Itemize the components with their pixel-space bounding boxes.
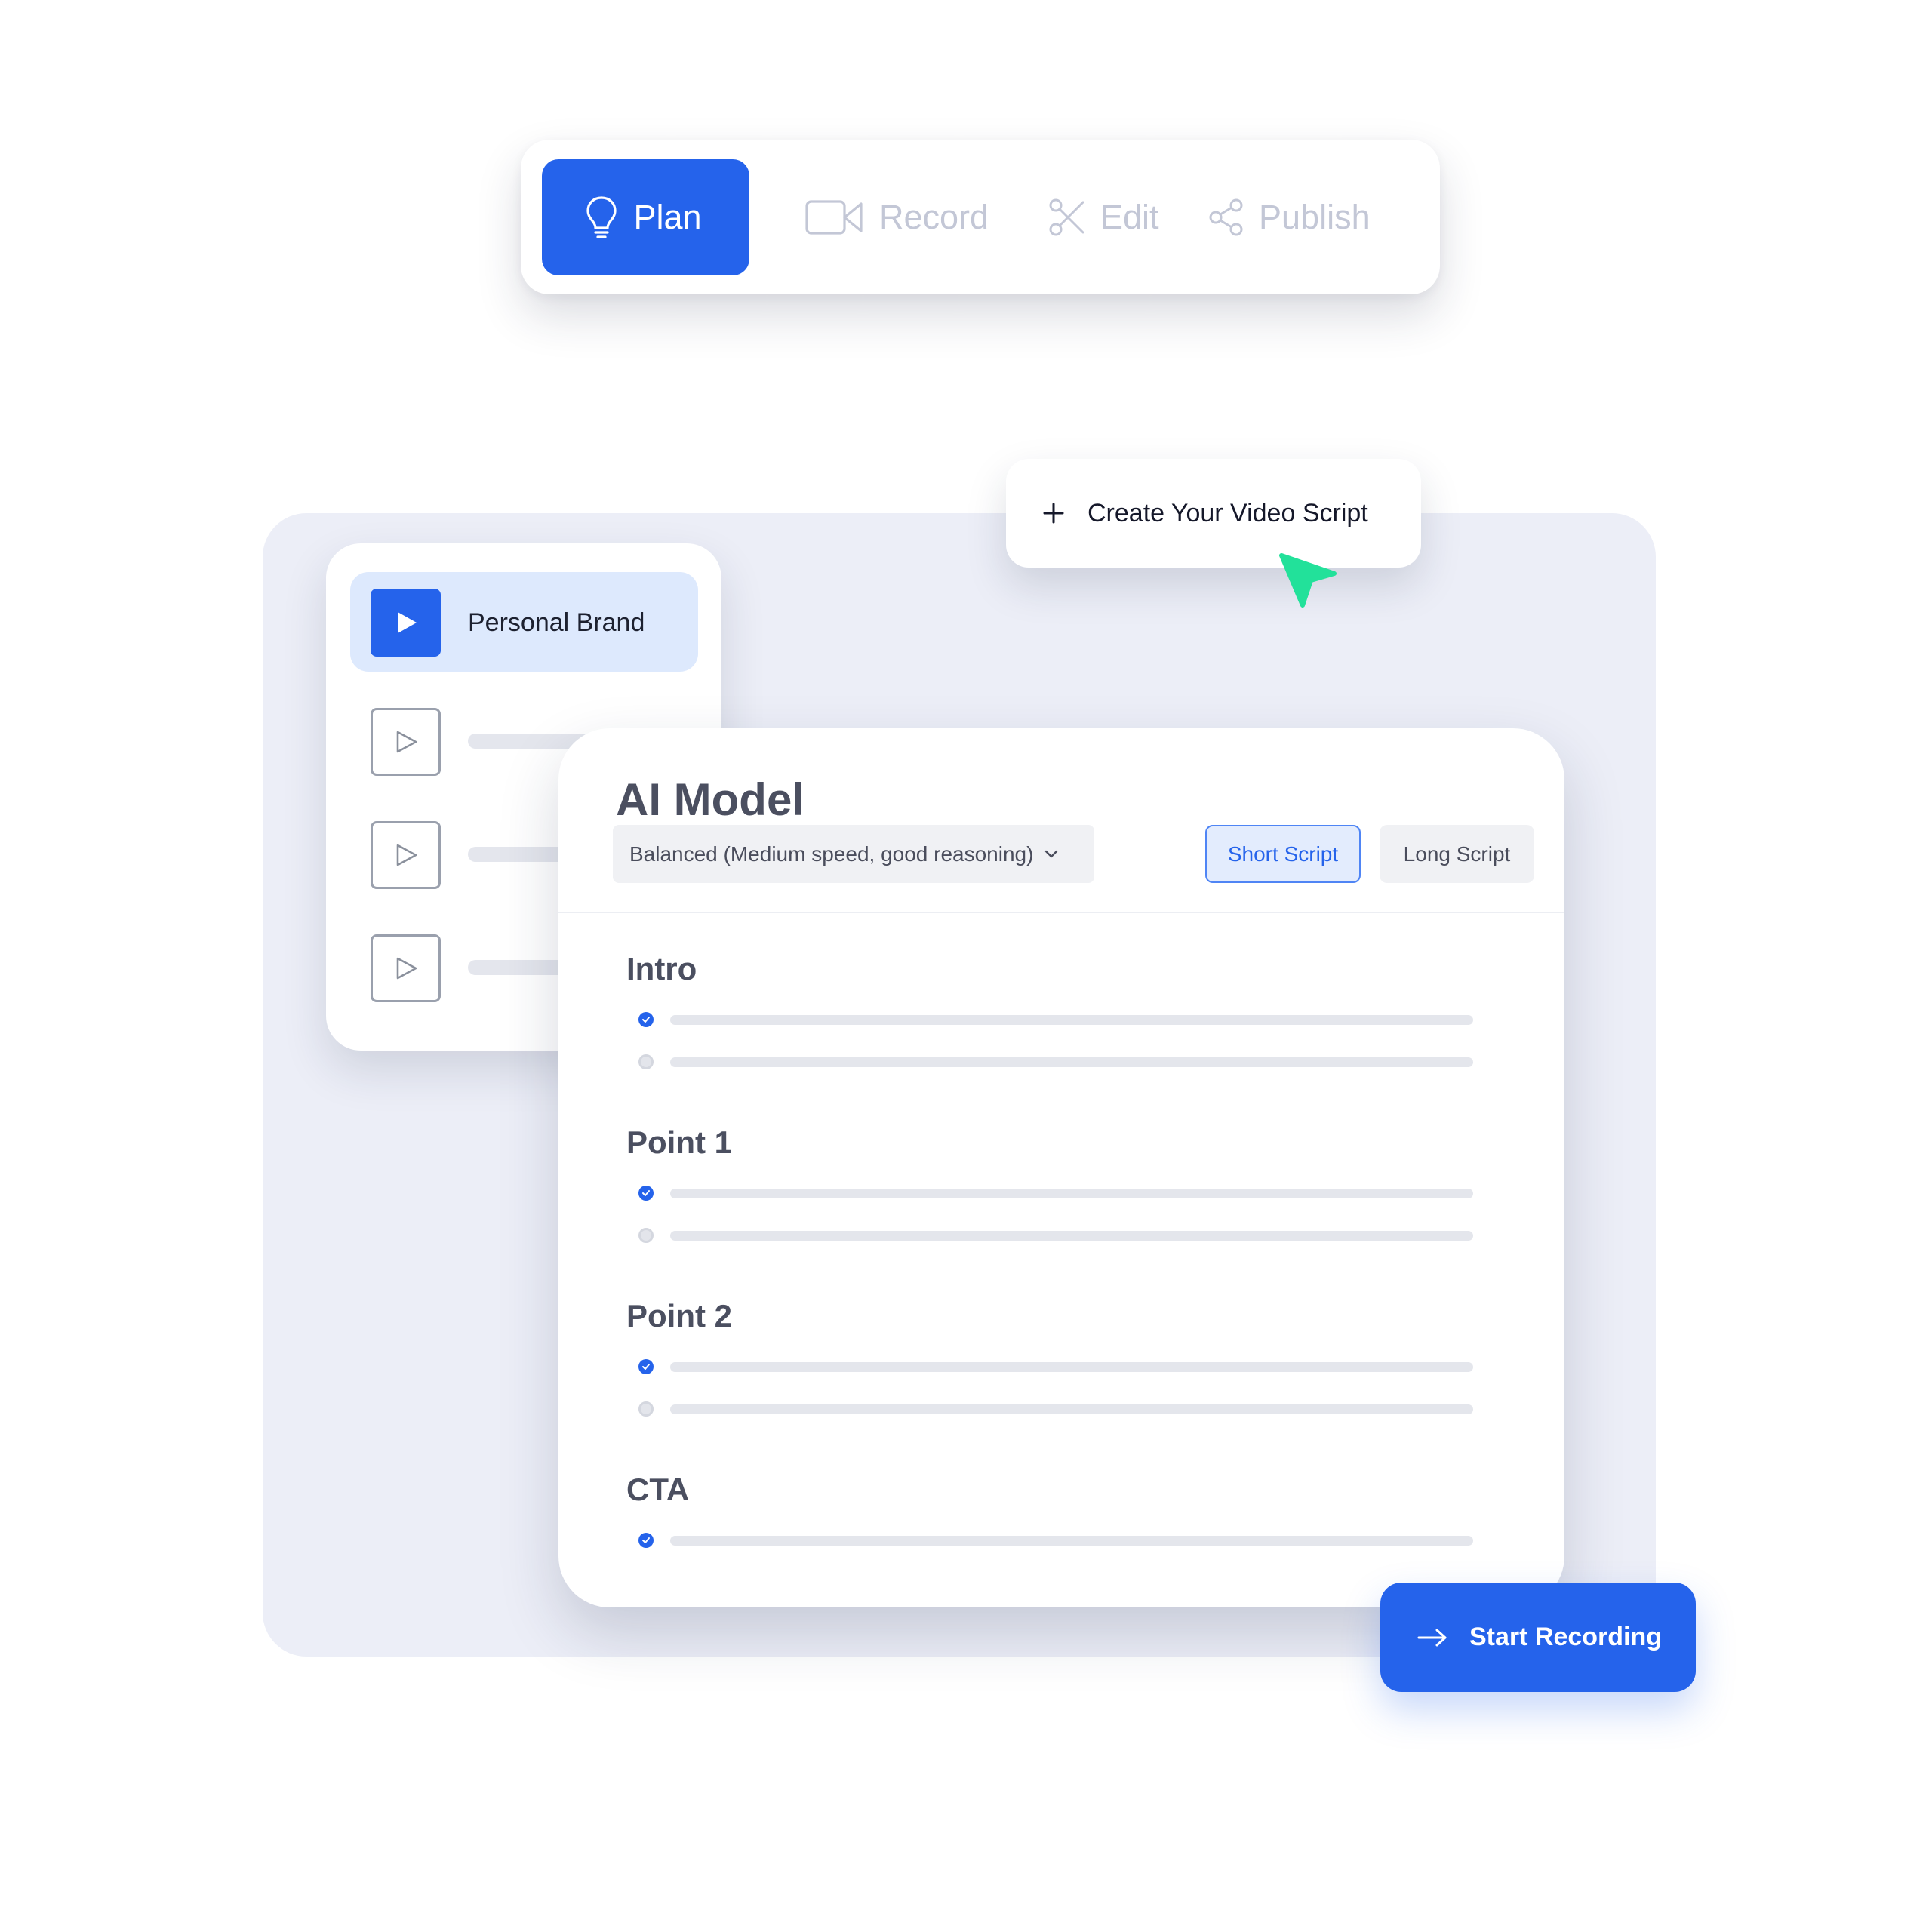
check-icon	[638, 1012, 654, 1027]
chevron-down-icon	[1045, 850, 1058, 857]
create-video-script-label: Create Your Video Script	[1088, 498, 1368, 528]
start-recording-label: Start Recording	[1469, 1623, 1663, 1651]
tab-publish[interactable]: Publish	[1209, 159, 1371, 275]
model-select[interactable]: Balanced (Medium speed, good reasoning)	[613, 825, 1094, 883]
section-title-intro: Intro	[626, 951, 697, 986]
tab-edit[interactable]: Edit	[1049, 159, 1159, 275]
script-line-placeholder	[670, 1404, 1473, 1414]
unchecked-icon	[638, 1401, 654, 1417]
short-script-button[interactable]: Short Script	[1205, 825, 1361, 883]
play-icon	[371, 589, 441, 657]
play-icon[interactable]	[371, 934, 441, 1002]
script-line-placeholder	[670, 1189, 1473, 1198]
script-line-placeholder	[670, 1015, 1473, 1025]
cursor-arrow-icon	[1279, 553, 1337, 608]
tab-publish-label: Publish	[1259, 198, 1371, 236]
section-title-point-1: Point 1	[626, 1124, 733, 1160]
tab-record-label: Record	[879, 198, 989, 236]
scissors-icon	[1049, 198, 1084, 236]
long-script-button[interactable]: Long Script	[1380, 825, 1534, 883]
video-camera-icon	[805, 200, 863, 235]
script-line-placeholder	[670, 1231, 1473, 1241]
script-line-placeholder	[670, 1362, 1473, 1372]
play-icon[interactable]	[371, 821, 441, 889]
model-select-value: Balanced (Medium speed, good reasoning)	[629, 841, 1034, 866]
lightbulb-icon	[586, 196, 617, 238]
tab-edit-label: Edit	[1100, 198, 1159, 236]
check-icon	[638, 1533, 654, 1548]
unchecked-icon	[638, 1054, 654, 1069]
section-title-point-2: Point 2	[626, 1298, 733, 1334]
share-icon	[1209, 198, 1243, 236]
script-line-placeholder	[670, 1536, 1473, 1546]
section-title-cta: CTA	[626, 1472, 690, 1507]
list-item-title: Personal Brand	[468, 608, 645, 637]
create-video-script-button[interactable]: Create Your Video Script	[1006, 459, 1421, 568]
arrow-right-icon	[1417, 1629, 1447, 1646]
tab-plan-label: Plan	[633, 198, 702, 236]
script-line-placeholder	[670, 1057, 1473, 1067]
unchecked-icon	[638, 1228, 654, 1243]
check-icon	[638, 1359, 654, 1374]
play-icon[interactable]	[371, 708, 441, 776]
tab-record[interactable]: Record	[805, 159, 989, 275]
script-card: AI Model Balanced (Medium speed, good re…	[558, 728, 1564, 1607]
plus-icon	[1043, 503, 1064, 524]
tab-plan[interactable]: Plan	[542, 159, 749, 275]
start-recording-button[interactable]: Start Recording	[1380, 1583, 1696, 1692]
card-title: AI Model	[616, 774, 804, 825]
check-icon	[638, 1186, 654, 1201]
divider	[558, 912, 1564, 913]
workflow-step-bar: Plan Record Edit Publish	[521, 140, 1440, 294]
